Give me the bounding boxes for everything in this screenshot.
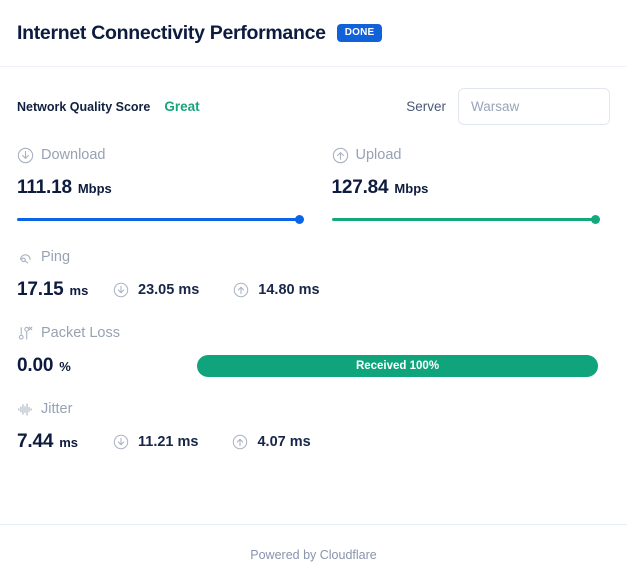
upload-progress-bar xyxy=(331,215,600,225)
ping-upload-item: 14.80 ms xyxy=(233,282,320,298)
jitter-metric: Jitter 7.44 ms 11.21 ms 4.07 ms xyxy=(17,401,610,453)
jitter-unit: ms xyxy=(59,435,78,450)
ping-value: 17.15 xyxy=(17,279,64,300)
circle-arrow-up-icon xyxy=(332,147,349,164)
footer-bar: Powered by Cloudflare xyxy=(0,524,627,585)
download-metric: Download 111.18 Mbps xyxy=(17,147,314,225)
ping-values: 17.15 ms 23.05 ms 14.80 ms xyxy=(17,279,610,301)
speed-metrics: Download 111.18 Mbps Upload 127.84 Mbps xyxy=(17,147,610,225)
received-pill: Received 100% xyxy=(197,355,598,377)
circle-arrow-down-icon xyxy=(113,434,129,450)
speed-test-panel: Internet Connectivity Performance DONE N… xyxy=(0,0,627,585)
server-selector: Server xyxy=(406,87,610,125)
ping-main-value: 17.15 ms xyxy=(17,279,109,301)
jitter-label: Jitter xyxy=(41,401,73,418)
ping-download-value: 23.05 ms xyxy=(138,282,200,298)
status-badge[interactable]: DONE xyxy=(336,24,383,42)
packet-loss-label-row: Packet Loss xyxy=(17,325,610,342)
circle-arrow-up-icon xyxy=(232,434,248,450)
jitter-upload-value: 4.07 ms xyxy=(257,434,311,450)
packet-loss-unit: % xyxy=(59,359,71,374)
score-row: Network Quality Score Great Server xyxy=(17,67,610,129)
ping-label: Ping xyxy=(41,249,71,266)
network-quality-score: Network Quality Score Great xyxy=(17,99,200,114)
download-progress-bar xyxy=(17,215,304,225)
jitter-label-row: Jitter xyxy=(17,401,610,418)
packet-loss-values: 0.00 % Received 100% xyxy=(17,355,610,377)
ping-unit: ms xyxy=(69,283,89,298)
header-bar: Internet Connectivity Performance DONE xyxy=(0,0,627,67)
circle-arrow-up-icon xyxy=(233,282,249,298)
upload-label: Upload xyxy=(355,147,402,164)
download-unit: Mbps xyxy=(77,181,112,196)
circle-arrow-down-icon xyxy=(17,147,34,164)
jitter-download-item: 11.21 ms xyxy=(113,434,198,450)
packet-loss-label: Packet Loss xyxy=(41,325,120,342)
ping-icon xyxy=(17,249,34,266)
jitter-main-value: 7.44 ms xyxy=(17,431,109,453)
ping-metric: Ping 17.15 ms 23.05 ms 14.80 ms xyxy=(17,249,610,301)
download-value-line: 111.18 Mbps xyxy=(17,177,314,199)
packet-loss-value: 0.00 xyxy=(17,355,54,376)
ping-label-row: Ping xyxy=(17,249,610,266)
powered-by-label: Powered by Cloudflare xyxy=(250,548,377,562)
score-label: Network Quality Score xyxy=(17,99,151,114)
page-title: Internet Connectivity Performance xyxy=(17,21,326,44)
server-label: Server xyxy=(406,98,446,114)
ping-download-item: 23.05 ms xyxy=(113,282,199,298)
upload-unit: Mbps xyxy=(394,181,429,196)
jitter-upload-item: 4.07 ms xyxy=(232,434,311,450)
upload-value: 127.84 xyxy=(331,177,389,198)
packet-loss-metric: Packet Loss 0.00 % Received 100% xyxy=(17,325,610,377)
circle-arrow-down-icon xyxy=(113,282,129,298)
results-body: Network Quality Score Great Server Warsa… xyxy=(0,67,627,524)
packet-loss-main-value: 0.00 % xyxy=(17,355,197,377)
upload-label-row: Upload xyxy=(332,147,611,164)
download-value: 111.18 xyxy=(17,177,72,198)
score-value: Great xyxy=(164,98,200,114)
upload-metric: Upload 127.84 Mbps xyxy=(314,147,611,225)
ping-upload-value: 14.80 ms xyxy=(258,282,320,298)
jitter-value: 7.44 xyxy=(17,431,54,452)
waveform-icon xyxy=(17,401,34,418)
download-label-row: Download xyxy=(17,147,314,164)
jitter-values: 7.44 ms 11.21 ms 4.07 ms xyxy=(17,431,610,453)
server-input[interactable] xyxy=(458,87,610,125)
upload-value-line: 127.84 Mbps xyxy=(332,177,611,199)
download-label: Download xyxy=(41,147,106,164)
jitter-download-value: 11.21 ms xyxy=(138,434,199,450)
packet-loss-icon xyxy=(17,325,34,342)
